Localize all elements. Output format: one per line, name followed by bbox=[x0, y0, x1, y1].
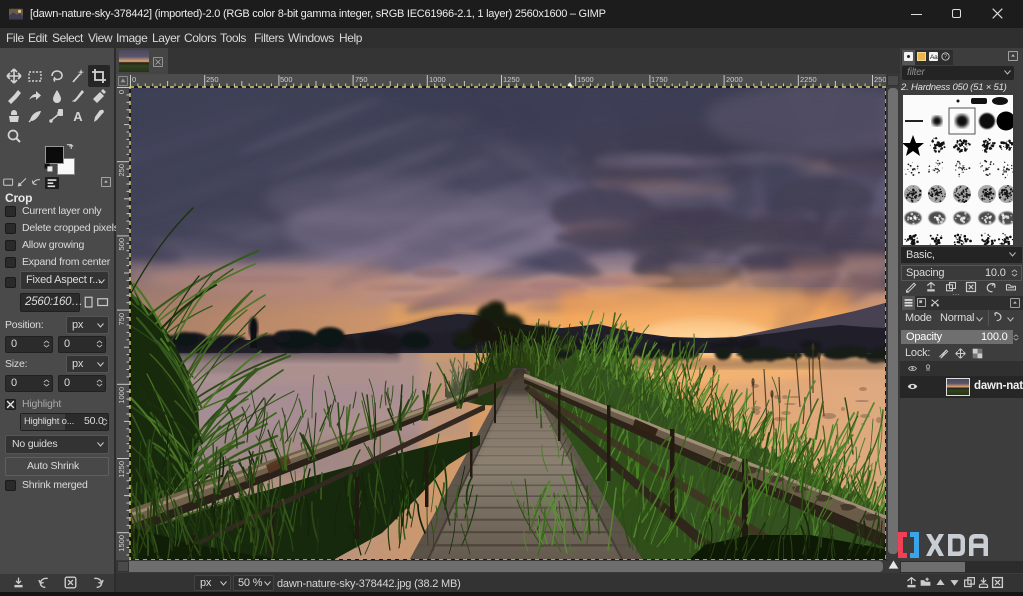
svg-text:0: 0 bbox=[117, 90, 126, 94]
svg-text:1000: 1000 bbox=[117, 387, 126, 404]
svg-text:1250: 1250 bbox=[503, 75, 520, 84]
svg-text:1750: 1750 bbox=[651, 75, 668, 84]
svg-text:1250: 1250 bbox=[117, 461, 126, 478]
svg-text:1000: 1000 bbox=[429, 75, 446, 84]
svg-text:500: 500 bbox=[280, 75, 293, 84]
svg-text:750: 750 bbox=[117, 313, 126, 326]
svg-text:500: 500 bbox=[117, 238, 126, 251]
svg-text:2250: 2250 bbox=[800, 75, 817, 84]
svg-text:A: A bbox=[73, 109, 83, 124]
svg-text:250: 250 bbox=[206, 75, 219, 84]
svg-text:2500: 2500 bbox=[874, 75, 886, 84]
svg-text:?: ? bbox=[944, 54, 947, 60]
svg-text:750: 750 bbox=[355, 75, 368, 84]
svg-text:1500: 1500 bbox=[117, 535, 126, 552]
svg-text:2000: 2000 bbox=[726, 75, 743, 84]
svg-text:250: 250 bbox=[117, 164, 126, 177]
svg-text:1500: 1500 bbox=[577, 75, 594, 84]
svg-text:0: 0 bbox=[132, 75, 136, 84]
